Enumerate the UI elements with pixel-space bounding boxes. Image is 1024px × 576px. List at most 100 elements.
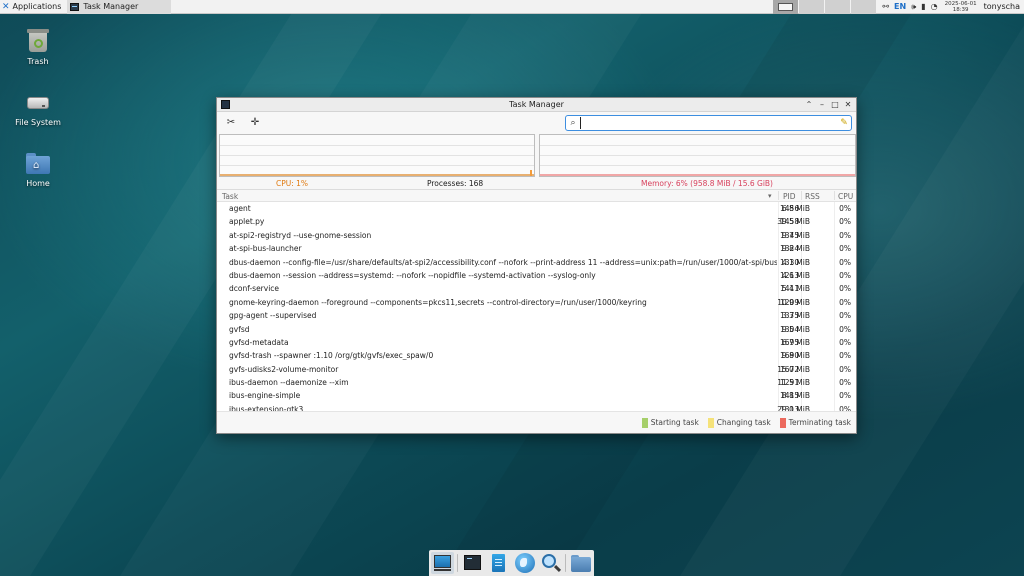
shade-button[interactable]: ⌃ — [804, 99, 814, 110]
window-titlebar[interactable]: Task Manager ⌃ – □ ✕ — [217, 98, 856, 112]
process-cpu-cell: 0% — [839, 284, 851, 294]
process-rss-cell: 10.9 MiB — [777, 297, 810, 307]
legend-item: Terminating task — [779, 417, 851, 428]
search-field[interactable]: ⌕ ✎ — [565, 115, 852, 131]
settings-tools-icon[interactable]: ✂ — [224, 116, 238, 130]
table-row[interactable]: ibus-engine-simple 1415 8.8 MiB 0% — [217, 389, 856, 402]
column-header-pid[interactable]: PID — [783, 192, 796, 201]
process-cpu-cell: 0% — [839, 230, 851, 240]
process-cpu-cell: 0% — [839, 311, 851, 321]
column-header-task[interactable]: Task — [222, 192, 238, 201]
top-panel: ✕ Applications Task Manager ⚯ EN 🕪 ▮ ◔ 2… — [0, 0, 1024, 14]
desktop-icon-file-system[interactable]: File System — [8, 89, 68, 127]
task-manager-icon — [70, 2, 80, 11]
process-task-cell: gpg-agent --supervised — [229, 311, 317, 321]
process-rss-cell: 6.8 MiB — [781, 204, 810, 213]
toolbar: ✂ ✛ ⌕ ✎ — [217, 112, 856, 134]
graphs-area — [217, 134, 856, 178]
window-title: Task Manager — [509, 100, 564, 109]
minimize-button[interactable]: – — [817, 99, 827, 110]
search-icon: ⌕ — [570, 118, 576, 128]
keyboard-layout-indicator[interactable]: EN — [894, 2, 906, 11]
process-cpu-cell: 0% — [839, 391, 851, 401]
process-task-cell: dconf-service — [229, 284, 280, 294]
user-menu[interactable]: tonyscha — [984, 2, 1020, 11]
maximize-button[interactable]: □ — [830, 99, 840, 110]
desktop-icon-label: File System — [15, 118, 61, 127]
legend-label: Starting task — [650, 418, 699, 427]
process-task-cell: dbus-daemon --config-file=/usr/share/def… — [229, 257, 777, 267]
process-rss-cell: 3.3 MiB — [781, 311, 810, 321]
applications-menu-button[interactable]: ✕ Applications — [0, 0, 64, 14]
search-input[interactable] — [580, 117, 837, 129]
sort-chevron-down-icon[interactable]: ▾ — [768, 192, 772, 200]
table-row[interactable]: gvfsd 1304 9.5 MiB 0% — [217, 323, 856, 336]
process-rss-cell: 5.4 MiB — [781, 284, 810, 294]
table-row[interactable]: gnome-keyring-daemon --foreground --comp… — [217, 296, 856, 309]
desktop-icon-home[interactable]: ⌂ Home — [8, 150, 68, 188]
process-task-cell: at-spi2-registryd --use-gnome-session — [229, 230, 372, 240]
column-header-rss[interactable]: RSS — [805, 192, 820, 201]
process-cpu-cell: 0% — [839, 324, 851, 334]
process-list: agent 1456 6.8 MiB 0% applet.py 1458 39.5 MiB 0… — [217, 202, 856, 416]
clock-time: 18:39 — [952, 6, 969, 13]
web-browser-icon[interactable] — [513, 552, 536, 574]
home-folder-icon: ⌂ — [25, 150, 51, 176]
process-task-cell: gnome-keyring-daemon --foreground --comp… — [229, 297, 647, 307]
workspace-3[interactable] — [825, 0, 851, 14]
column-header-cpu[interactable]: CPU — [838, 192, 853, 201]
dock-separator — [565, 554, 566, 572]
process-cpu-cell: 0% — [839, 378, 851, 388]
panel-spacer — [171, 0, 772, 14]
table-row[interactable]: gvfsd-trash --spawner :1.10 /org/gtk/gvf… — [217, 349, 856, 362]
memory-usage-label: Memory: 6% (958.8 MiB / 15.6 GiB) — [641, 179, 773, 188]
legend-swatch — [641, 417, 648, 428]
table-row[interactable]: gvfs-udisks2-volume-monitor 1672 15.0 MiB 0… — [217, 363, 856, 376]
process-rss-cell: 4.6 MiB — [781, 270, 810, 280]
table-row[interactable]: dbus-daemon --config-file=/usr/share/def… — [217, 256, 856, 269]
volume-icon[interactable]: 🕪 — [911, 2, 916, 12]
table-row[interactable]: gpg-agent --supervised 1375 3.3 MiB 0% — [217, 309, 856, 322]
file-manager-icon[interactable] — [487, 552, 510, 574]
status-legend: Starting task Changing task Terminating ta… — [217, 411, 856, 433]
dock — [429, 550, 594, 576]
window-target-icon[interactable]: ✛ — [248, 116, 262, 130]
system-tray: ⚯ EN 🕪 ▮ ◔ 2025-06-01 18:39 tonyscha — [882, 0, 1024, 14]
process-cpu-cell: 0% — [839, 270, 851, 280]
table-row[interactable]: dbus-daemon --session --address=systemd:… — [217, 269, 856, 282]
legend-swatch — [779, 417, 786, 428]
process-rss-cell: 9.8 MiB — [781, 244, 810, 254]
process-count-label: Processes: 168 — [427, 179, 484, 188]
clear-search-icon[interactable]: ✎ — [837, 118, 851, 128]
app-finder-icon[interactable] — [539, 552, 562, 574]
table-row[interactable]: gvfsd-metadata 1695 6.7 MiB 0% — [217, 336, 856, 349]
window-controls: ⌃ – □ ✕ — [804, 99, 853, 110]
process-cpu-cell: 0% — [839, 217, 851, 227]
folder-icon[interactable] — [569, 552, 592, 574]
process-task-cell: ibus-daemon --daemonize --xim — [229, 378, 349, 388]
desktop-icon-trash[interactable]: Trash — [8, 28, 68, 66]
clock[interactable]: 2025-06-01 18:39 — [945, 1, 977, 13]
table-row[interactable]: at-spi2-registryd --use-gnome-session 134… — [217, 229, 856, 242]
terminal-icon[interactable] — [461, 552, 484, 574]
taskbar-task-manager-button[interactable]: Task Manager — [67, 0, 172, 14]
table-row[interactable]: dconf-service 1411 5.4 MiB 0% — [217, 282, 856, 295]
network-icon[interactable]: ⚯ — [882, 2, 889, 11]
notifications-icon[interactable]: ◔ — [931, 2, 938, 11]
table-row[interactable]: ibus-daemon --daemonize --xim 1291 11.5 Mi… — [217, 376, 856, 389]
close-button[interactable]: ✕ — [843, 99, 853, 110]
table-row[interactable]: at-spi-bus-launcher 1324 9.8 MiB 0% — [217, 242, 856, 255]
memory-graph — [539, 134, 856, 177]
applications-label: Applications — [12, 2, 62, 11]
table-row[interactable]: agent 1456 6.8 MiB 0% — [217, 202, 856, 215]
task-manager-window: Task Manager ⌃ – □ ✕ ✂ ✛ ⌕ ✎ CPU: 1% Pro… — [216, 97, 857, 434]
process-task-cell: gvfsd-trash --spawner :1.10 /org/gtk/gvf… — [229, 351, 434, 361]
workspace-2[interactable] — [799, 0, 825, 14]
process-rss-cell: 8.8 MiB — [781, 391, 810, 401]
workspace-1[interactable] — [773, 0, 799, 14]
show-desktop-icon[interactable] — [431, 552, 454, 574]
workspace-4[interactable] — [851, 0, 877, 14]
battery-icon[interactable]: ▮ — [921, 2, 925, 11]
process-task-cell: gvfs-udisks2-volume-monitor — [229, 364, 339, 374]
table-row[interactable]: applet.py 1458 39.5 MiB 0% — [217, 215, 856, 228]
